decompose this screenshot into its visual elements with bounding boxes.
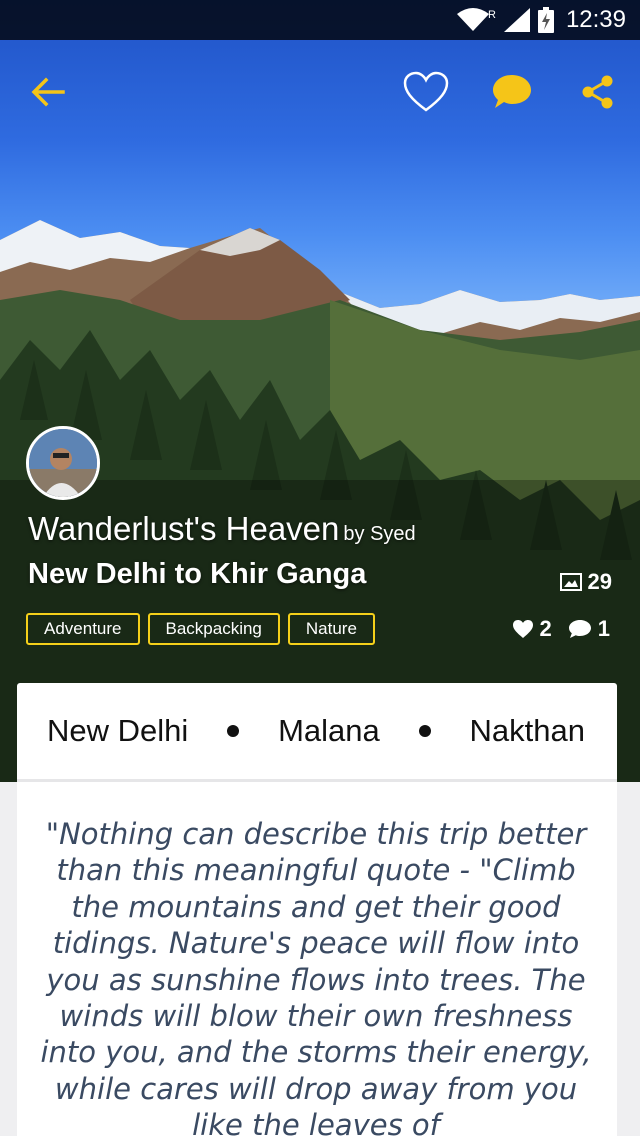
chat-bubble-icon (493, 75, 531, 108)
stop-new-delhi[interactable]: New Delhi (47, 713, 188, 749)
signal-icon (503, 8, 530, 32)
trip-name: Wanderlust's Heaven (28, 510, 340, 547)
share-icon (582, 75, 613, 109)
trip-route: New Delhi to Khir Ganga (28, 558, 367, 590)
network-indicator: R (487, 9, 496, 21)
image-icon (559, 573, 582, 591)
back-button[interactable] (24, 68, 72, 116)
author-avatar[interactable] (26, 426, 100, 500)
tag-backpacking[interactable]: Backpacking (147, 613, 280, 645)
trip-detail-screen: R 12:39 Wanderlust's Heaven by Syed New … (0, 0, 640, 1136)
comment-icon (568, 620, 591, 638)
heart-icon (512, 620, 533, 638)
stop-separator-dot (418, 725, 431, 737)
heart-outline-icon (403, 71, 449, 112)
like-button[interactable] (402, 68, 450, 116)
likes-stat[interactable]: 2 (512, 616, 552, 642)
tag-adventure[interactable]: Adventure (26, 613, 140, 645)
comments-stat[interactable]: 1 (568, 616, 610, 642)
trip-stats: 2 1 (512, 616, 610, 642)
tag-nature[interactable]: Nature (287, 613, 375, 645)
avatar-photo (29, 429, 97, 497)
stop-nakthan[interactable]: Nakthan (470, 713, 585, 749)
photo-count-value: 29 (587, 569, 612, 594)
share-button[interactable] (574, 68, 622, 116)
wifi-icon (456, 8, 489, 31)
comment-button[interactable] (488, 68, 536, 116)
trip-author[interactable]: by Syed (343, 523, 415, 545)
tag-list: Adventure Backpacking Nature (26, 613, 375, 645)
status-time: 12:39 (565, 6, 626, 33)
stop-malana[interactable]: Malana (278, 713, 380, 749)
likes-count: 2 (539, 616, 552, 641)
status-bar: R 12:39 (0, 0, 640, 40)
comments-count: 1 (597, 616, 610, 641)
battery-charging-icon (537, 7, 554, 33)
photo-count[interactable]: 29 (559, 569, 612, 595)
route-stops-card: New Delhi Malana Nakthan (17, 683, 617, 779)
trip-description: "Nothing can describe this trip better t… (40, 817, 592, 1136)
toolbar (0, 40, 640, 140)
cover-photo: R 12:39 Wanderlust's Heaven by Syed New … (0, 0, 640, 782)
stop-separator-dot (227, 725, 240, 737)
trip-title: Wanderlust's Heaven by Syed (28, 510, 416, 548)
arrow-left-icon (31, 77, 65, 107)
